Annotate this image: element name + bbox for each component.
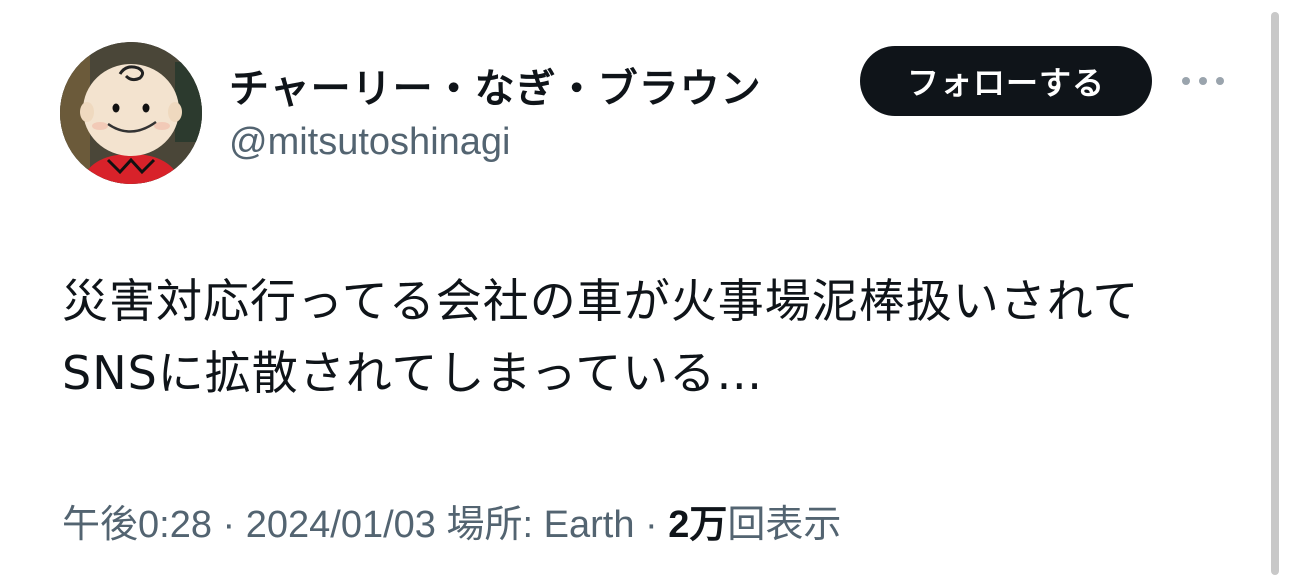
separator-dot: ·: [211, 504, 246, 546]
display-name[interactable]: チャーリー・なぎ・ブラウン: [229, 56, 762, 114]
more-dots-icon: [1182, 77, 1224, 85]
follow-button[interactable]: フォローする: [860, 46, 1152, 116]
user-handle[interactable]: @mitsutoshinagi: [229, 121, 510, 164]
tweet-text-line: SNSに拡散されてしまっている…: [62, 346, 764, 400]
scrollbar[interactable]: [1271, 12, 1279, 575]
avatar[interactable]: [60, 42, 202, 184]
charlie-brown-avatar-icon: [60, 42, 202, 184]
tweet-text: 災害対応行ってる会社の車が火事場泥棒扱いされて SNSに拡散されてしまっている…: [62, 265, 1242, 409]
views-label[interactable]: 回表示: [727, 504, 841, 546]
location-label: 場所:: [435, 504, 544, 546]
location-value: Earth: [543, 504, 635, 546]
separator-dot: ·: [634, 504, 669, 546]
tweet-time[interactable]: 午後0:28: [62, 504, 212, 546]
tweet-meta: 午後0:28 · 2024/01/03 場所: Earth · 2万回表示: [62, 493, 841, 548]
tweet-text-line: 災害対応行ってる会社の車が火事場泥棒扱いされて: [62, 274, 1140, 328]
more-options-button[interactable]: [1178, 64, 1228, 98]
tweet-date[interactable]: 2024/01/03: [246, 504, 436, 546]
tweet-card: チャーリー・なぎ・ブラウン @mitsutoshinagi フォローする 災害対…: [0, 0, 1270, 575]
views-count[interactable]: 2万: [668, 504, 727, 546]
follow-button-label: フォローする: [906, 64, 1105, 102]
